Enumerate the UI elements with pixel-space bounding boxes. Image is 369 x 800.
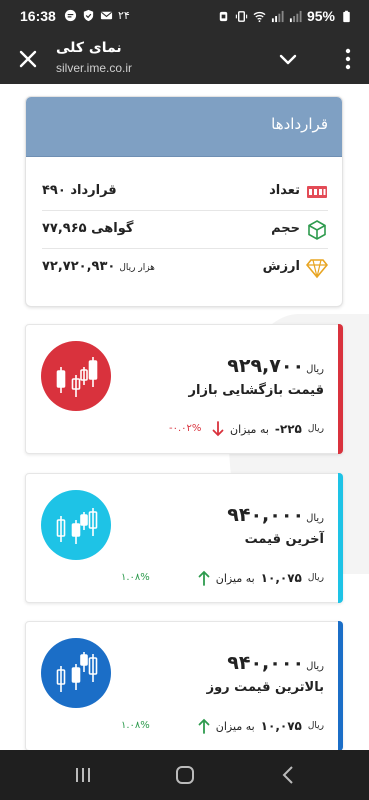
contracts-header: قراردادها: [26, 97, 342, 157]
change-unit: ریال: [307, 721, 324, 731]
volume-cube-icon: [308, 220, 326, 240]
contracts-count-icon: [307, 186, 327, 198]
price-change: به میزان ۱۰,۰۷۵ ریال: [198, 718, 324, 734]
arrow-up-icon: [198, 718, 210, 734]
browser-header: نمای کلی silver.ime.co.ir: [0, 34, 369, 84]
price-change: به میزان ۱۰,۰۷۵ ریال: [198, 570, 324, 586]
system-nav-bar: [0, 750, 369, 800]
page-url: silver.ime.co.ir: [56, 61, 133, 75]
price-card-opening[interactable]: ۹۲۹,۷۰۰ ریال قیمت بازگشایی بازار به میزان…: [25, 324, 343, 454]
candlestick-badge: [41, 341, 111, 411]
close-icon[interactable]: [16, 47, 40, 71]
price-unit: ریال: [306, 364, 324, 375]
change-percent: ۱.۰۸%: [121, 572, 150, 583]
candlestick-icon: [56, 652, 98, 692]
card-accent-bar: [338, 473, 343, 603]
price-unit: ریال: [306, 661, 324, 672]
alarm-icon: [219, 11, 228, 21]
signal-2-icon: [289, 10, 302, 22]
price-number: ۹۴۰,۰۰۰: [227, 504, 305, 526]
page-content: قراردادها تعداد ۴۹۰ قرارداد حجم ۷۷,۹۶۵ گ…: [0, 84, 369, 750]
price-name: آخرین قیمت: [244, 532, 324, 547]
change-unit: ریال: [307, 573, 324, 583]
chevron-down-icon[interactable]: [277, 48, 299, 70]
change-percent: -۰.۰۲%: [169, 423, 202, 434]
price-change: به میزان -۲۲۵ ریال: [212, 421, 324, 437]
change-percent: ۱.۰۸%: [121, 720, 150, 731]
price-card-last[interactable]: ۹۴۰,۰۰۰ ریال آخرین قیمت به میزان ۱۰,۰۷۵ ر…: [25, 473, 343, 603]
price-name: بالاترین قیمت روز: [206, 680, 324, 695]
count-value: ۴۹۰ قرارداد: [42, 183, 117, 198]
price-unit: ریال: [306, 513, 324, 524]
contracts-row-count: تعداد ۴۹۰ قرارداد: [42, 173, 328, 211]
mail-icon: [100, 11, 113, 20]
price-number: ۹۲۹,۷۰۰: [227, 355, 305, 377]
change-label: به میزان: [230, 422, 269, 436]
price-name: قیمت بازگشایی بازار: [188, 383, 324, 398]
card-accent-bar: [338, 324, 343, 454]
candlestick-icon: [56, 357, 98, 397]
arrow-down-icon: [212, 421, 224, 437]
status-time: 16:38: [20, 8, 56, 24]
battery-percent: 95%: [306, 8, 335, 24]
message-icon: [64, 9, 77, 22]
change-amount: -۲۲۵: [274, 422, 302, 436]
change-label: به میزان: [215, 571, 255, 585]
status-notification-icons: ۲۴: [64, 9, 130, 22]
price-value: ۹۲۹,۷۰۰ ریال: [227, 355, 324, 377]
contracts-row-volume: حجم ۷۷,۹۶۵ گواهی: [42, 211, 328, 249]
value-label: ارزش: [262, 259, 300, 274]
contracts-row-value: ارزش ۷۲,۷۲۰,۹۳۰ هزار ریال: [42, 249, 328, 287]
price-value: ۹۴۰,۰۰۰ ریال: [227, 652, 324, 674]
page-title: نمای کلی: [56, 40, 122, 56]
candlestick-badge: [41, 490, 111, 560]
notification-count: ۲۴: [118, 9, 130, 22]
recent-apps-icon[interactable]: [72, 765, 94, 785]
change-label: به میزان: [215, 719, 255, 733]
change-unit: ریال: [307, 424, 324, 434]
signal-icon: [271, 10, 284, 22]
price-value: ۹۴۰,۰۰۰ ریال: [227, 504, 324, 526]
volume-value: ۷۷,۹۶۵ گواهی: [42, 221, 134, 236]
count-label: تعداد: [269, 183, 300, 198]
value-amount: ۷۲,۷۲۰,۹۳۰ هزار ریال: [42, 259, 155, 274]
status-right-icons: 95%: [217, 8, 353, 24]
change-amount: ۱۰,۰۷۵: [260, 571, 302, 585]
candlestick-icon: [56, 508, 98, 544]
back-icon[interactable]: [278, 765, 300, 785]
contracts-card: قراردادها تعداد ۴۹۰ قرارداد حجم ۷۷,۹۶۵ گ…: [25, 96, 343, 307]
change-amount: ۱۰,۰۷۵: [260, 719, 302, 733]
more-menu-icon[interactable]: [343, 47, 353, 71]
value-number: ۷۲,۷۲۰,۹۳۰: [42, 259, 116, 274]
candlestick-badge: [41, 638, 111, 708]
diamond-icon: [306, 259, 328, 279]
contracts-title: قراردادها: [271, 115, 328, 133]
price-card-highest[interactable]: ۹۴۰,۰۰۰ ریال بالاترین قیمت روز به میزان ۱…: [25, 621, 343, 750]
status-bar: 16:38 ۲۴ 95%: [0, 0, 369, 34]
battery-icon: [343, 10, 350, 22]
price-number: ۹۴۰,۰۰۰: [227, 652, 305, 674]
card-accent-bar: [338, 621, 343, 750]
volume-label: حجم: [271, 221, 300, 236]
shield-icon: [83, 9, 94, 22]
vibrate-icon: [235, 10, 248, 22]
home-icon[interactable]: [174, 765, 196, 785]
wifi-icon: [253, 11, 266, 22]
value-unit: هزار ریال: [119, 263, 155, 273]
arrow-up-icon: [198, 570, 210, 586]
